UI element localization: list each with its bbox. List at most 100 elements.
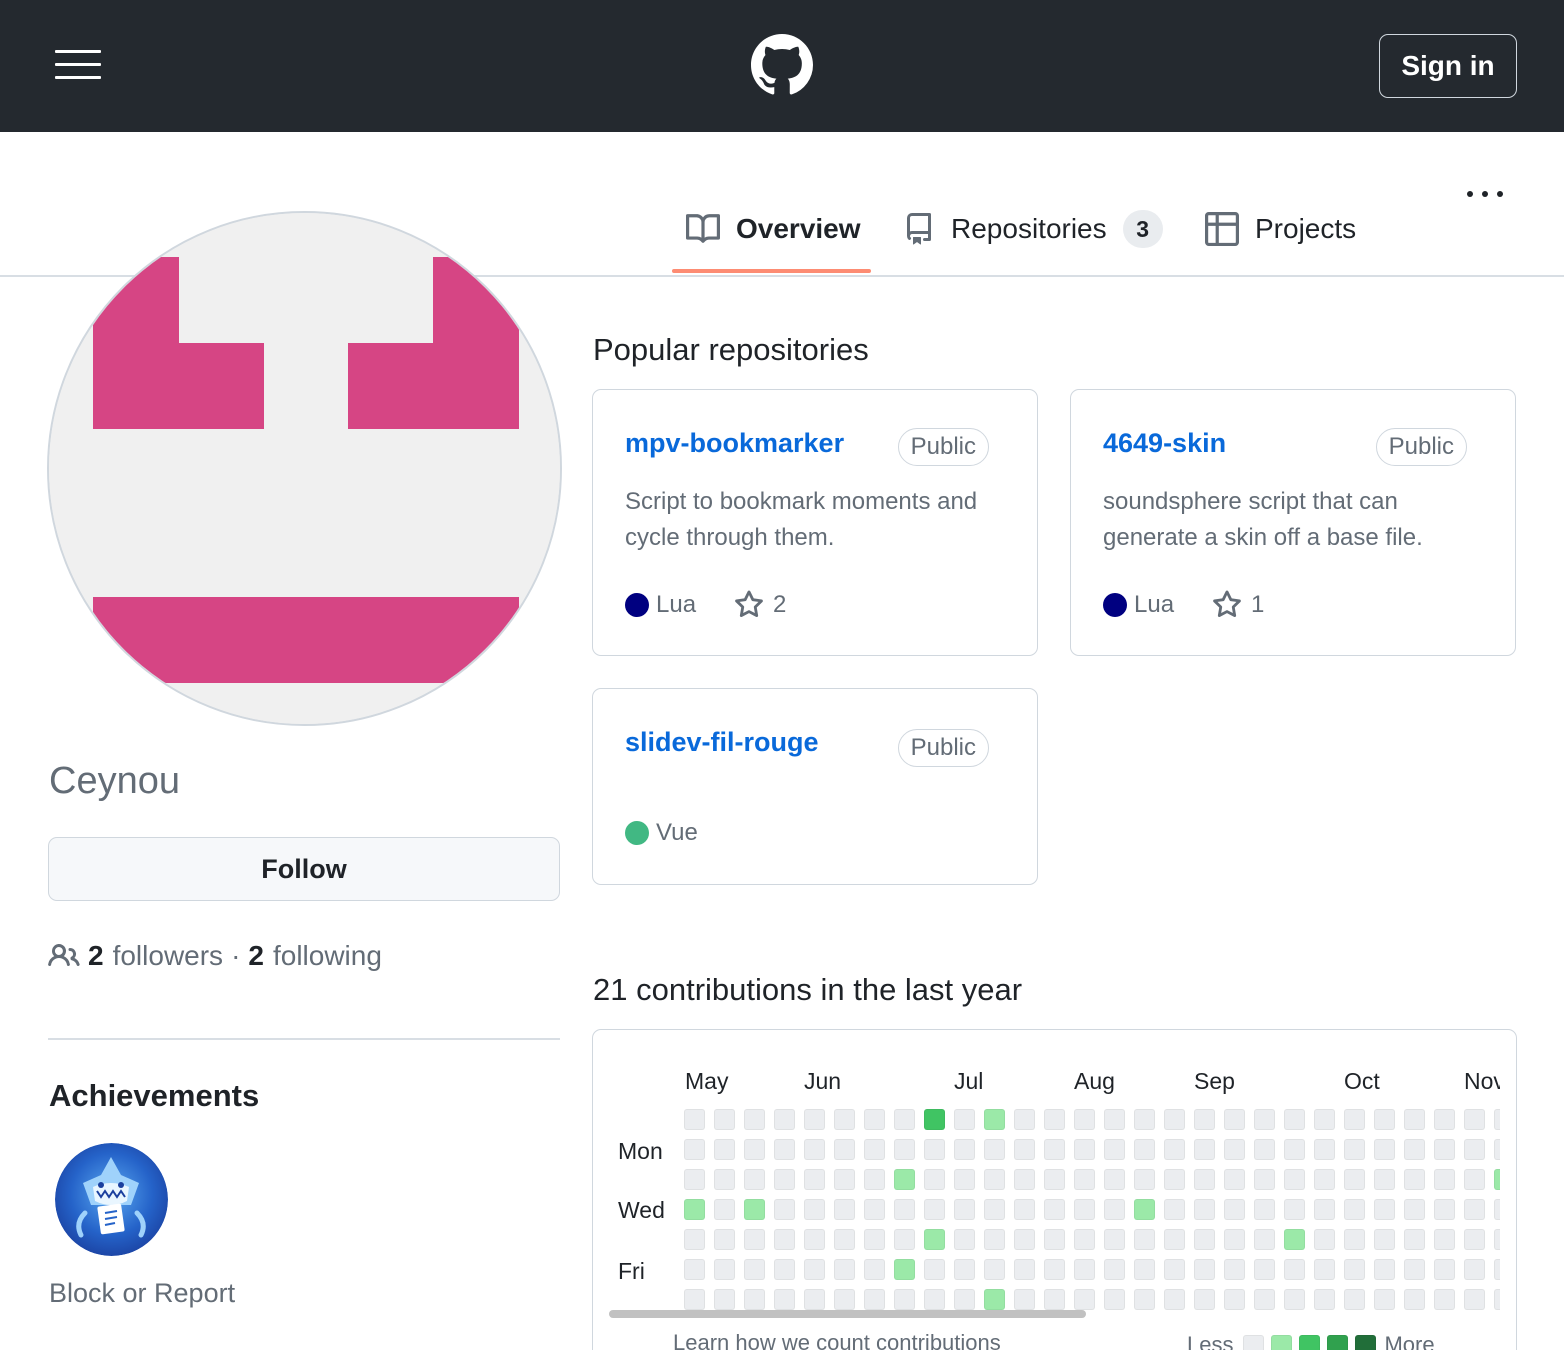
tab-repositories[interactable]: Repositories 3 (903, 204, 1163, 254)
contribution-cell[interactable] (1374, 1169, 1395, 1190)
contribution-cell[interactable] (1464, 1199, 1485, 1220)
contribution-cell[interactable] (1404, 1229, 1425, 1250)
contribution-cell[interactable] (1074, 1229, 1095, 1250)
contribution-cell[interactable] (804, 1259, 825, 1280)
contribution-cell[interactable] (1194, 1289, 1215, 1310)
contribution-cell[interactable] (924, 1169, 945, 1190)
contribution-cell[interactable] (834, 1259, 855, 1280)
contribution-cell[interactable] (1194, 1139, 1215, 1160)
hamburger-menu-icon[interactable] (55, 50, 102, 80)
contribution-cell[interactable] (1374, 1139, 1395, 1160)
repo-name-link[interactable]: 4649-skin (1103, 428, 1226, 459)
contribution-cell[interactable] (984, 1139, 1005, 1160)
contribution-cell[interactable] (1464, 1109, 1485, 1130)
contribution-cell[interactable] (894, 1199, 915, 1220)
contribution-cell[interactable] (714, 1139, 735, 1160)
contribution-cell[interactable] (864, 1109, 885, 1130)
contribution-cell[interactable] (774, 1289, 795, 1310)
contribution-cell[interactable] (1314, 1259, 1335, 1280)
contribution-cell[interactable] (804, 1139, 825, 1160)
contribution-cell[interactable] (1224, 1259, 1245, 1280)
contribution-cell[interactable] (1134, 1259, 1155, 1280)
contribution-cell[interactable] (1224, 1199, 1245, 1220)
contribution-cell[interactable] (954, 1229, 975, 1250)
repo-name-link[interactable]: mpv-bookmarker (625, 428, 844, 459)
contribution-cell[interactable] (1464, 1259, 1485, 1280)
contribution-cell[interactable] (1044, 1289, 1065, 1310)
contribution-cell[interactable] (954, 1139, 975, 1160)
contribution-cell[interactable] (744, 1289, 765, 1310)
contribution-cell[interactable] (864, 1169, 885, 1190)
contribution-cell[interactable] (834, 1169, 855, 1190)
contribution-cell[interactable] (1434, 1229, 1455, 1250)
contribution-cell[interactable] (1224, 1169, 1245, 1190)
followers-link[interactable]: 2 followers (88, 940, 223, 972)
contribution-cell[interactable] (684, 1199, 705, 1220)
achievement-badge-shark-icon[interactable] (55, 1143, 168, 1256)
contribution-cell[interactable] (1434, 1169, 1455, 1190)
contribution-cell[interactable] (714, 1259, 735, 1280)
contribution-cell[interactable] (1044, 1109, 1065, 1130)
contribution-cell[interactable] (1374, 1289, 1395, 1310)
contribution-cell[interactable] (1494, 1139, 1500, 1160)
contribution-cell[interactable] (954, 1169, 975, 1190)
contribution-cell[interactable] (1074, 1289, 1095, 1310)
contribution-cell[interactable] (1314, 1289, 1335, 1310)
contribution-cell[interactable] (984, 1259, 1005, 1280)
contribution-cell[interactable] (1104, 1259, 1125, 1280)
contribution-cell[interactable] (1014, 1199, 1035, 1220)
contribution-cell[interactable] (894, 1169, 915, 1190)
contribution-cell[interactable] (1074, 1139, 1095, 1160)
contribution-cell[interactable] (1044, 1229, 1065, 1250)
contribution-cell[interactable] (924, 1229, 945, 1250)
contribution-cell[interactable] (1164, 1109, 1185, 1130)
contribution-cell[interactable] (1104, 1139, 1125, 1160)
contribution-cell[interactable] (1374, 1229, 1395, 1250)
contribution-cell[interactable] (1314, 1169, 1335, 1190)
contribution-cell[interactable] (1284, 1259, 1305, 1280)
contribution-cell[interactable] (1224, 1229, 1245, 1250)
contribution-cell[interactable] (1224, 1139, 1245, 1160)
contribution-cell[interactable] (714, 1109, 735, 1130)
contribution-cell[interactable] (1074, 1169, 1095, 1190)
contribution-cell[interactable] (1344, 1169, 1365, 1190)
contribution-cell[interactable] (1464, 1169, 1485, 1190)
contribution-cell[interactable] (984, 1199, 1005, 1220)
contribution-cell[interactable] (1044, 1139, 1065, 1160)
contribution-cell[interactable] (1134, 1139, 1155, 1160)
contribution-cell[interactable] (1404, 1139, 1425, 1160)
contribution-cell[interactable] (1494, 1229, 1500, 1250)
repo-name-link[interactable]: slidev-fil-rouge (625, 727, 819, 758)
contribution-cell[interactable] (1404, 1109, 1425, 1130)
contribution-cell[interactable] (1284, 1229, 1305, 1250)
github-octocat-icon[interactable] (751, 34, 813, 96)
contribution-cell[interactable] (1194, 1229, 1215, 1250)
contribution-cell[interactable] (1104, 1289, 1125, 1310)
contribution-cell[interactable] (834, 1109, 855, 1130)
contribution-cell[interactable] (684, 1289, 705, 1310)
contribution-cell[interactable] (1404, 1169, 1425, 1190)
contribution-cell[interactable] (1134, 1109, 1155, 1130)
follow-button[interactable]: Follow (48, 837, 560, 901)
contribution-cell[interactable] (864, 1229, 885, 1250)
contribution-cell[interactable] (1464, 1229, 1485, 1250)
contribution-cell[interactable] (984, 1169, 1005, 1190)
contribution-cell[interactable] (1434, 1109, 1455, 1130)
contribution-cell[interactable] (894, 1229, 915, 1250)
contribution-cell[interactable] (804, 1229, 825, 1250)
contribution-cell[interactable] (1164, 1229, 1185, 1250)
contribution-cell[interactable] (1494, 1169, 1500, 1190)
contribution-cell[interactable] (924, 1199, 945, 1220)
contribution-cell[interactable] (864, 1259, 885, 1280)
contribution-cell[interactable] (1254, 1289, 1275, 1310)
contribution-cell[interactable] (894, 1259, 915, 1280)
contribution-cell[interactable] (924, 1289, 945, 1310)
contribution-cell[interactable] (834, 1289, 855, 1310)
contribution-cell[interactable] (1044, 1199, 1065, 1220)
contribution-cell[interactable] (984, 1229, 1005, 1250)
contribution-cell[interactable] (1164, 1199, 1185, 1220)
contribution-cell[interactable] (894, 1139, 915, 1160)
contribution-cell[interactable] (954, 1289, 975, 1310)
contribution-cell[interactable] (1194, 1169, 1215, 1190)
contribution-cell[interactable] (804, 1109, 825, 1130)
